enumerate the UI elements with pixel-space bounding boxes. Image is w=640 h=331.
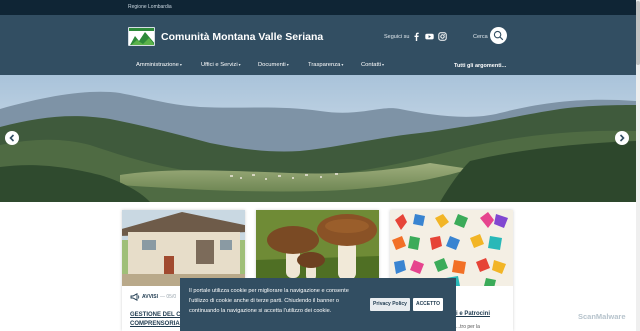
scrollbar-thumb[interactable] — [636, 1, 640, 65]
chevron-right-icon — [619, 134, 625, 142]
social-label: Seguici su — [384, 34, 410, 40]
accept-cookies-button[interactable]: ACCETTO — [413, 298, 443, 311]
facebook-icon[interactable] — [412, 32, 421, 41]
instagram-icon[interactable] — [438, 32, 447, 41]
nav-item-documenti[interactable]: Documenti▾ — [258, 62, 289, 68]
site-header: Comunità Montana Valle Seriana Seguici s… — [0, 15, 636, 75]
card-category[interactable]: AVVISI — [142, 294, 158, 300]
chevron-down-icon: ▾ — [238, 62, 241, 67]
chevron-left-icon — [9, 134, 15, 142]
chevron-down-icon: ▾ — [341, 62, 344, 67]
watermark: ScanMalware — [578, 312, 626, 321]
youtube-icon[interactable] — [425, 32, 434, 41]
cookie-text: Il portale utilizza cookie per migliorar… — [189, 288, 349, 314]
all-topics-link[interactable]: Tutti gli argomenti... — [454, 63, 506, 69]
chevron-down-icon: ▾ — [286, 62, 289, 67]
card-image — [390, 210, 513, 286]
top-bar: Regione Lombardia — [0, 0, 636, 15]
search-icon — [493, 30, 504, 41]
hero-carousel-image — [0, 75, 636, 202]
card-text: ...tro per la — [456, 324, 480, 330]
site-title[interactable]: Comunità Montana Valle Seriana — [161, 31, 323, 43]
chevron-down-icon: ▾ — [381, 62, 384, 67]
nav-item-uffici-servizi[interactable]: Uffici e Servizi▾ — [201, 62, 241, 68]
search-label: Cerca — [473, 34, 488, 40]
card-date: — 05/0 — [160, 294, 177, 300]
search-button[interactable] — [490, 27, 507, 44]
card-image — [122, 210, 245, 286]
megaphone-icon — [130, 293, 140, 301]
card-image — [256, 210, 379, 286]
carousel-next-button[interactable] — [615, 131, 629, 145]
region-link[interactable]: Regione Lombardia — [128, 4, 172, 10]
cookie-banner: Il portale utilizza cookie per migliorar… — [180, 278, 456, 331]
carousel-prev-button[interactable] — [5, 131, 19, 145]
card-title[interactable]: ...i e Patrocini — [451, 311, 490, 317]
nav-item-amministrazione[interactable]: Amministrazione▾ — [136, 62, 182, 68]
nav-item-contatti[interactable]: Contatti▾ — [361, 62, 384, 68]
chevron-down-icon: ▾ — [179, 62, 182, 67]
nav-item-trasparenza[interactable]: Trasparenza▾ — [308, 62, 343, 68]
main-nav: Amministrazione▾ Uffici e Servizi▾ Docum… — [0, 59, 636, 75]
logo[interactable] — [128, 27, 155, 46]
privacy-policy-button[interactable]: Privacy Policy — [370, 298, 410, 311]
